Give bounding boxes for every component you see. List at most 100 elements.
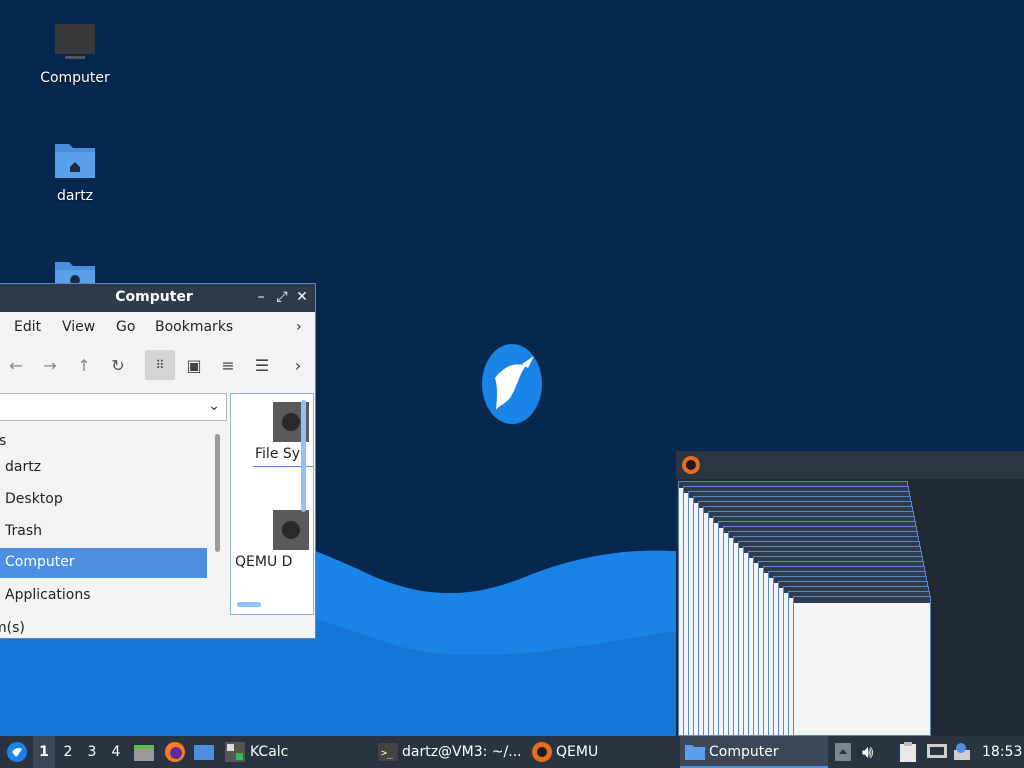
desktop-icon-computer[interactable]: Computer [20,22,130,86]
computer-icon [55,24,95,59]
sidebar-item-computer[interactable]: Computer [0,548,207,578]
chevron-down-icon: ⌄ [208,398,220,414]
clock[interactable]: 18:53 [982,736,1022,768]
task-terminal[interactable]: >_ dartz@VM3: ~/... [378,736,522,768]
distro-menu-icon [7,742,27,762]
volume-button[interactable]: 🔊︎ [862,736,873,768]
sidebar-item-label: Computer [5,554,75,570]
menu-edit[interactable]: Edit [14,319,41,335]
grid-icon: ⠿ [155,358,165,372]
sidebar-item-desktop[interactable]: Desktop [0,485,207,515]
arrow-right-icon: → [43,355,57,375]
sidebar-item-label: Applications [5,587,91,603]
workspace-1[interactable]: 1 [33,736,55,768]
file-item-label: File Sy [255,446,301,462]
desktop-icon-label: dartz [56,188,94,204]
task-computer[interactable]: Computer [680,736,828,768]
close-button[interactable]: ✕ [293,288,311,306]
path-combobox[interactable]: ⌄ [0,393,227,421]
back-button[interactable]: ← [1,350,31,380]
maximize-button[interactable]: ⤢ [273,288,291,306]
file-view-vscrollbar[interactable] [301,400,306,512]
sidebar-scrollbar[interactable] [215,434,220,552]
task-qemu[interactable]: QEMU [531,736,598,768]
sidebar-item-trash[interactable]: Trash [0,517,207,547]
sidebar-item-dartz[interactable]: dartz [0,453,207,483]
task-kcalc[interactable]: KCalc [224,736,288,768]
kcalc-icon [225,742,245,762]
updates-button[interactable] [953,736,971,768]
menu-go[interactable]: Go [116,319,135,335]
launcher-show-desktop[interactable] [193,736,215,768]
file-item-qemu-disk[interactable]: QEMU D [231,510,311,570]
menu-more[interactable]: › [296,319,302,335]
task-label: dartz@VM3: ~/... [402,744,522,760]
qemu-mirror-frame [793,596,931,736]
qemu-titlebar[interactable] [676,451,1024,479]
task-label: KCalc [250,744,289,760]
drive-icon [273,510,309,550]
sidebar-item-label: Trash [5,523,42,539]
desktop-icon [194,745,214,760]
file-manager-icon [134,745,154,761]
desktop-icon-label: Computer [40,70,110,86]
clipboard-icon [900,742,916,762]
image-icon: ▣ [186,355,202,375]
file-view-hscrollbar[interactable] [237,602,261,607]
icon-view-button[interactable]: ⠿ [145,350,175,380]
distro-logo [482,344,542,424]
start-menu-button[interactable] [4,736,30,768]
arrow-left-icon: ← [9,355,23,375]
minimize-button[interactable]: – [252,288,270,306]
detailed-list-icon: ☰ [254,355,270,375]
menubar: Edit View Go Bookmarks › [0,313,315,343]
menu-bookmarks[interactable]: Bookmarks [155,319,233,335]
terminal-icon: >_ [378,743,398,761]
forward-button[interactable]: → [35,350,65,380]
arrow-up-icon: ↑ [77,355,91,375]
desktop-icon-home[interactable]: dartz [20,140,130,204]
reload-button[interactable]: ↻ [103,350,133,380]
file-manager-window[interactable]: Computer – ⤢ ✕ Edit View Go Bookmarks › … [0,283,316,639]
qemu-icon [682,456,700,474]
sidebar-item-label: Desktop [5,491,63,507]
folder-icon [685,745,705,760]
update-notifier-icon [954,743,970,760]
workspace-4[interactable]: 4 [105,736,127,768]
compact-view-button[interactable]: ≡ [213,350,243,380]
tray-arrow-icon [835,743,851,761]
svg-text:>_: >_ [381,748,394,759]
firefox-icon [165,742,185,762]
chevron-right-icon: › [294,355,302,375]
workspace-2[interactable]: 2 [57,736,79,768]
sidebar-item-applications[interactable]: Applications [0,581,207,611]
qemu-window[interactable] [676,451,1024,736]
file-item-label: QEMU D [235,554,293,570]
thumbnail-view-button[interactable]: ▣ [179,350,209,380]
workspace-3[interactable]: 3 [81,736,103,768]
home-folder-icon [55,144,95,178]
launcher-firefox[interactable] [164,736,186,768]
list-icon: ≡ [221,355,235,375]
toolbar-more-button[interactable]: › [283,350,313,380]
taskbar: 1 2 3 4 KCalc >_ dartz@VM3: ~/... QEMU C… [0,736,1024,768]
launcher-file-manager[interactable] [133,736,155,768]
file-item-filesystem[interactable]: File Sy [231,402,313,467]
clipboard-button[interactable] [898,736,918,768]
qemu-icon [532,742,552,762]
network-button[interactable] [926,736,948,768]
reload-icon: ↻ [111,355,125,375]
tray-menu-button[interactable] [835,736,851,768]
task-label: QEMU [556,744,599,760]
network-icon [927,744,947,758]
sidebar-header: s [0,433,6,449]
sidebar-item-label: dartz [5,459,42,475]
file-view[interactable]: File Sy QEMU D [230,393,314,615]
task-label: Computer [709,744,779,760]
window-titlebar[interactable]: Computer – ⤢ ✕ [0,284,315,312]
status-bar: m(s) [0,620,25,636]
detailed-view-button[interactable]: ☰ [247,350,277,380]
up-button[interactable]: ↑ [69,350,99,380]
menu-view[interactable]: View [62,319,95,335]
toolbar: ← → ↑ ↻ ⠿ ▣ ≡ ☰ › [0,346,315,386]
